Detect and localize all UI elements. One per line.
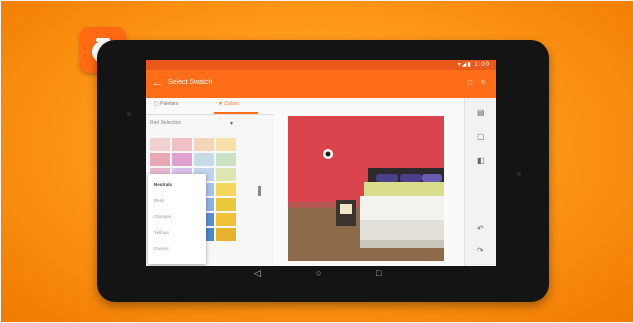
dropdown-item[interactable]: Yellows	[154, 230, 169, 235]
app-bar-actions: ▢ ↻	[467, 79, 486, 86]
dropdown-item[interactable]: Oranges	[154, 214, 171, 219]
dropdown-item[interactable]: Greens	[154, 246, 169, 251]
app-screen: ▾◢▮ 1:00 ← Select Swatch ▢ ↻ ▢ Palettes …	[146, 60, 496, 266]
status-bar: ▾◢▮ 1:00	[146, 60, 496, 70]
recents-button[interactable]: □	[376, 268, 381, 278]
panel-tabs: ▢ Palettes ▼ Colors	[146, 98, 274, 115]
color-swatch[interactable]	[172, 153, 192, 166]
back-arrow-icon[interactable]: ←	[152, 77, 163, 89]
color-swatch[interactable]	[216, 198, 236, 211]
tablet-camera	[127, 112, 131, 116]
compare-icon[interactable]: ◧	[477, 156, 485, 165]
active-tab-indicator	[214, 112, 258, 114]
color-swatch[interactable]	[216, 228, 236, 241]
tab-colors[interactable]: ▼ Colors	[218, 101, 239, 107]
dropdown-item[interactable]: Reds	[154, 198, 165, 203]
chevron-down-icon[interactable]: ▾	[230, 120, 233, 127]
color-swatch[interactable]	[216, 213, 236, 226]
color-swatch[interactable]	[172, 138, 192, 151]
room-photo[interactable]	[288, 116, 444, 261]
room-preview-area	[274, 98, 464, 266]
color-swatch[interactable]	[194, 153, 214, 166]
app-title: Select Swatch	[168, 79, 213, 86]
back-button[interactable]: ◁	[254, 268, 261, 279]
color-swatch[interactable]	[216, 183, 236, 196]
swatch-panel: ▢ Palettes ▼ Colors Red Selection ▾ Neut…	[146, 98, 274, 266]
color-swatch[interactable]	[216, 138, 236, 151]
save-icon[interactable]: ▤	[477, 108, 485, 117]
tab-palettes[interactable]: ▢ Palettes	[154, 101, 178, 107]
appbar-action-2[interactable]: ↻	[481, 80, 486, 86]
filter-label[interactable]: Red Selection	[150, 120, 181, 126]
dropdown-item[interactable]: Neutrals	[154, 182, 172, 187]
color-swatch[interactable]	[216, 153, 236, 166]
redo-icon[interactable]: ↷	[477, 246, 484, 255]
system-nav-bar: ◁ ○ □	[146, 266, 496, 284]
home-button[interactable]: ○	[316, 268, 321, 278]
scroll-handle[interactable]	[258, 186, 261, 196]
color-swatch[interactable]	[194, 138, 214, 151]
palette-icon: ▢	[154, 101, 159, 107]
color-swatch[interactable]	[150, 153, 170, 166]
app-bar: ← Select Swatch ▢ ↻	[146, 70, 496, 98]
share-icon[interactable]: ▢	[477, 132, 485, 141]
tool-rail: ▤ ▢ ◧ ↶ ↷	[464, 98, 496, 266]
paint-bucket-icon: ▼	[218, 101, 223, 107]
color-swatch[interactable]	[150, 138, 170, 151]
tablet-sensor	[517, 172, 521, 176]
appbar-action-1[interactable]: ▢	[467, 80, 473, 86]
undo-icon[interactable]: ↶	[477, 224, 484, 233]
status-icons: ▾◢▮ 1:00	[457, 62, 490, 68]
color-swatch[interactable]	[216, 168, 236, 181]
color-family-dropdown[interactable]: Neutrals Reds Oranges Yellows Greens	[148, 174, 206, 264]
